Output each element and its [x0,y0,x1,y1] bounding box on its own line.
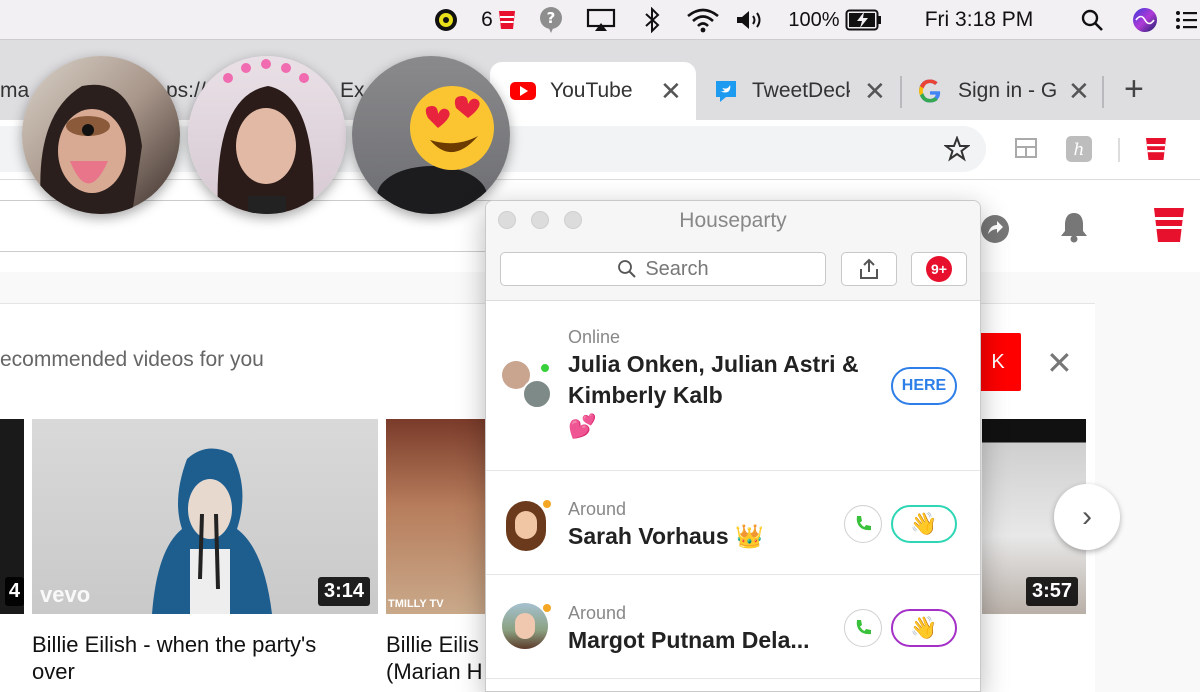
call-button[interactable] [844,505,882,543]
youtube-favicon-icon [510,82,536,100]
video-thumbnail[interactable]: vevo 3:14 [32,419,378,614]
friend-avatar [502,603,548,649]
siri-icon[interactable] [1130,0,1160,40]
friend-status: Online [568,327,621,347]
friend-name: Sarah Vorhaus 👑 [568,521,764,552]
video-duration: 3:57 [1025,577,1078,606]
google-favicon-icon [918,79,941,103]
friend-name-text: Julia Onken, Julian Astri & Kimberly Kal… [568,351,859,408]
notification-center-icon[interactable] [1172,0,1200,40]
share-icon [860,258,878,279]
shelf-next-arrow-icon[interactable]: › [1054,484,1120,550]
friend-row-around[interactable]: Around Sarah Vorhaus 👑 👋 [486,471,980,575]
toolbar-divider [1118,138,1120,162]
video-bubble-participant-1[interactable] [22,56,180,214]
houseparty-cup-icon[interactable] [1152,206,1186,249]
bookmark-star-icon[interactable] [943,135,971,167]
bluetooth-icon[interactable] [638,0,666,40]
heart-crown-filter-icon [217,59,314,214]
video-duration: 3:14 [317,577,370,606]
tab-separator [900,76,902,108]
friend-name: Margot Putnam Dela... [568,625,810,656]
dog-filter-icon [40,84,142,214]
friend-emoji: 💕 [568,413,597,439]
battery-percentage[interactable]: 100% [786,0,842,40]
volume-icon[interactable] [734,0,766,40]
around-indicator [542,499,552,509]
search-icon [618,260,637,278]
cups-count: 6 [481,8,493,31]
svg-text:?: ? [547,9,556,27]
share-button[interactable] [841,252,897,286]
close-tab-google-icon[interactable]: ✕ [1068,76,1090,107]
video-title[interactable]: Billie Eilish - when the party's over [32,631,362,685]
help-bubble-icon[interactable]: ? [536,0,566,40]
wave-emoji: 👋 [910,615,938,640]
tab-youtube-label: YouTube [550,79,633,102]
search-placeholder: Search [645,257,709,280]
honey-extension-icon[interactable]: h [1066,136,1092,167]
friend-status: Around [568,603,627,623]
friend-avatar [506,501,546,551]
online-indicator [540,363,550,373]
new-tab-button[interactable]: + [1124,70,1144,109]
dismiss-shelf-icon[interactable]: ✕ [1046,344,1073,382]
close-tab-tweetdeck-icon[interactable]: ✕ [864,76,886,107]
houseparty-search-input[interactable]: Search [500,252,826,286]
video-title[interactable]: Billie Eilis (Marian H [386,631,486,685]
amphetamine-icon[interactable] [432,0,460,40]
friend-name: Julia Onken, Julian Astri & Kimberly Kal… [568,349,868,442]
spotlight-search-icon[interactable] [1078,0,1106,40]
channel-watermark: TMILLY TV [388,598,444,610]
tweetdeck-favicon-icon [716,81,736,102]
vevo-watermark: vevo [40,582,91,607]
friend-row-around[interactable]: Around Margot Putnam Dela... 👋 [486,575,980,679]
share-upload-icon[interactable] [980,214,1010,249]
svg-text:h: h [1074,140,1085,160]
tab-google-signin-label: Sign in - G [958,79,1058,102]
video-thumbnail[interactable]: TMILLY TV [386,419,486,614]
houseparty-window-title: Houseparty [679,209,787,232]
notifications-button[interactable]: 9+ [911,252,967,286]
houseparty-menubar-item[interactable]: 6 [474,0,524,40]
tab-tweetdeck[interactable]: TweetDeck [714,62,854,120]
notification-badge: 9+ [926,256,952,282]
friend-status: Around [568,499,627,519]
houseparty-extension-icon[interactable] [1144,136,1168,167]
tab-layout-extension-icon[interactable] [1014,136,1038,165]
friend-emoji: 👑 [735,523,764,549]
tab-tweetdeck-label: TweetDeck [752,79,850,102]
close-tab-youtube-icon[interactable]: ✕ [660,76,682,107]
call-button[interactable] [844,609,882,647]
tab-google-signin[interactable]: Sign in - G [918,62,1060,120]
red-cup-icon [498,11,515,29]
tab-separator [1102,76,1104,108]
video-duration: 4 [4,577,24,606]
around-indicator [542,603,552,613]
notifications-bell-icon[interactable] [1058,210,1090,249]
subscribe-button[interactable]: K [975,333,1021,391]
friend-name-text: Sarah Vorhaus [568,523,729,549]
menubar-clock[interactable]: Fri 3:18 PM [916,0,1042,40]
phone-icon [856,620,871,635]
airplay-icon[interactable] [584,0,618,40]
houseparty-window: Houseparty Search 9+ Online Julia Onken,… [485,200,981,692]
group-avatar-2 [522,379,552,409]
wave-emoji: 👋 [910,511,938,536]
wave-button[interactable]: 👋 [891,505,957,543]
here-button[interactable]: HERE [891,367,957,405]
friend-name-text: Margot Putnam Dela... [568,627,810,653]
phone-icon [856,516,871,531]
wifi-icon[interactable] [684,0,722,40]
macos-menubar: 6 ? 100% Fri 3:18 PM [0,0,1200,40]
video-bubble-participant-2[interactable] [188,56,346,214]
battery-charging-icon[interactable] [844,0,884,40]
heart-eyes-emoji-icon [377,86,494,214]
recommended-heading: ecommended videos for you [0,348,264,371]
video-thumbnail[interactable]: 4 [0,419,24,614]
wave-button[interactable]: 👋 [891,609,957,647]
video-bubble-participant-3[interactable] [352,56,510,214]
